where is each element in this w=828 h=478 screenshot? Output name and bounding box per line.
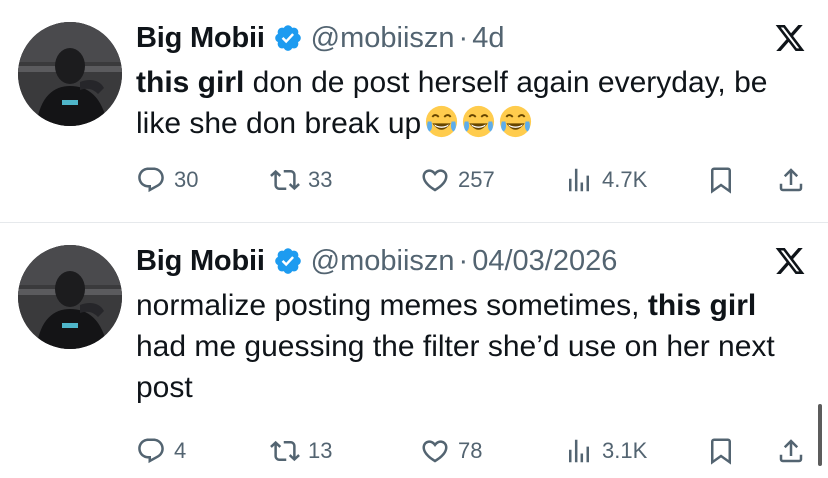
timestamp[interactable]: 04/03/2026 (472, 245, 617, 278)
heart-icon (422, 440, 448, 463)
heart-icon (422, 169, 448, 192)
bookmark-button[interactable] (706, 431, 736, 471)
separator-dot: · (458, 244, 469, 277)
like-count: 78 (458, 438, 483, 463)
author-handle[interactable]: @mobiiszn (311, 245, 455, 278)
repost-count: 13 (308, 438, 333, 463)
avatar[interactable] (18, 22, 122, 126)
tweet-actions: 4 13 78 3.1K (136, 431, 808, 471)
bookmark-button[interactable] (706, 160, 736, 200)
reply-icon (138, 167, 164, 193)
reply-button[interactable]: 30 (136, 160, 198, 200)
face-with-tears-of-joy-icon (499, 105, 532, 138)
like-button[interactable]: 257 (420, 160, 495, 200)
tweet-text: normalize posting memes sometimes, this … (136, 285, 806, 408)
like-button[interactable]: 78 (420, 431, 482, 471)
reply-count: 4 (174, 438, 187, 463)
timestamp[interactable]: 4d (472, 22, 504, 55)
views-chart-icon (569, 168, 589, 192)
share-button[interactable] (776, 431, 806, 471)
text-regular: normalize posting memes sometimes, (136, 289, 648, 322)
author-name[interactable]: Big Mobii (136, 22, 265, 55)
reply-icon (138, 438, 164, 464)
reply-count: 30 (174, 167, 199, 192)
verified-badge-icon (273, 23, 303, 53)
views-chart-icon (569, 439, 589, 463)
author-handle[interactable]: @mobiiszn (311, 22, 455, 55)
text-regular: had me guessing the filter she’d use on … (136, 330, 775, 404)
bookmark-icon (711, 167, 731, 194)
share-icon (779, 439, 803, 463)
avatar-image (18, 245, 122, 349)
text-bold: this girl (647, 289, 757, 322)
repost-button[interactable]: 13 (270, 431, 332, 471)
views-button[interactable]: 3.1K (564, 431, 647, 471)
tweet-text: this girl don de post herself again ever… (136, 62, 806, 144)
repost-button[interactable]: 33 (270, 160, 332, 200)
views-count: 4.7K (602, 167, 648, 192)
views-button[interactable]: 4.7K (564, 160, 647, 200)
tweet[interactable]: Big Mobii @mobiiszn · 4d this girl don d… (0, 0, 828, 222)
share-button[interactable] (776, 160, 806, 200)
face-with-tears-of-joy-icon (462, 105, 495, 138)
tweet-actions: 30 33 257 4.7K (136, 160, 808, 200)
reply-button[interactable]: 4 (136, 431, 186, 471)
tweet[interactable]: Big Mobii @mobiiszn · 04/03/2026 normali… (0, 223, 828, 478)
avatar-image (18, 22, 122, 126)
tweet-header: Big Mobii @mobiiszn · 4d (136, 20, 504, 56)
separator-dot: · (458, 21, 469, 54)
repost-count: 33 (308, 167, 333, 192)
repost-icon (270, 440, 300, 462)
like-count: 257 (458, 167, 495, 192)
tweet-header: Big Mobii @mobiiszn · 04/03/2026 (136, 243, 617, 279)
repost-icon (270, 169, 300, 191)
text-bold: this girl (136, 66, 245, 99)
bookmark-icon (711, 438, 731, 465)
x-logo-icon (774, 22, 806, 54)
face-with-tears-of-joy-icon (425, 105, 458, 138)
verified-badge-icon (273, 246, 303, 276)
scrollbar[interactable] (818, 404, 822, 466)
share-icon (779, 168, 803, 192)
x-logo-icon (774, 245, 806, 277)
avatar[interactable] (18, 245, 122, 349)
author-name[interactable]: Big Mobii (136, 245, 265, 278)
views-count: 3.1K (602, 438, 648, 463)
